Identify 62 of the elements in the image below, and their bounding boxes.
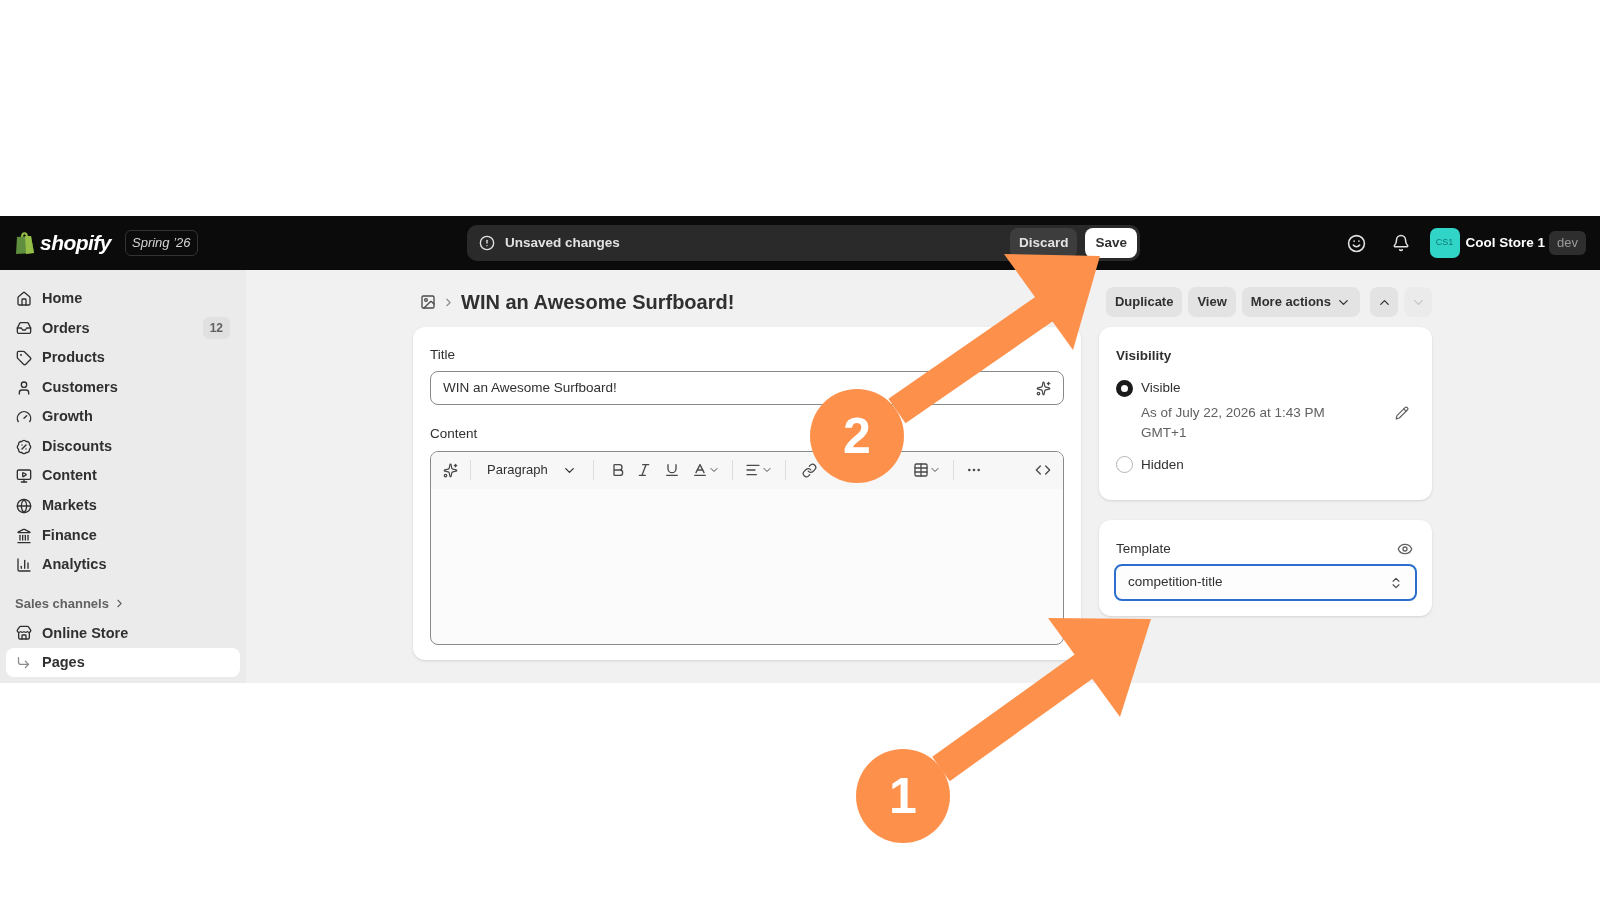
notifications-icon[interactable] [1391, 234, 1410, 252]
radio-label: Hidden [1141, 455, 1184, 474]
section-heading[interactable]: Sales channels [15, 594, 109, 614]
environment-badge: dev [1549, 231, 1586, 255]
align-icon[interactable] [744, 462, 773, 478]
sidebar-item[interactable]: Customers [6, 372, 240, 403]
tag-icon [16, 350, 32, 366]
format-dropdown[interactable]: Paragraph [483, 460, 581, 480]
storefront-icon [16, 625, 32, 642]
sidebar-item[interactable]: Online Store [6, 618, 240, 648]
sidebar-item[interactable]: Growth [6, 402, 240, 432]
store-name[interactable]: Cool Store 1 [1465, 232, 1546, 254]
more-actions-button[interactable]: More actions [1241, 287, 1360, 317]
page-icon [420, 294, 436, 310]
field-label: Title [430, 346, 456, 364]
count-badge: 12 [202, 317, 230, 340]
assistant-icon[interactable] [1346, 233, 1366, 253]
card-heading: Visibility [1116, 347, 1173, 365]
sidebar-item[interactable]: Markets [6, 491, 240, 521]
radio-label: Visible [1141, 379, 1181, 398]
sidebar-item[interactable]: Orders 12 [6, 313, 240, 344]
sparkle-icon [1036, 380, 1051, 396]
bar-chart-icon [16, 557, 32, 574]
field-label: Content [430, 425, 478, 444]
save-button[interactable]: Save [1085, 228, 1137, 258]
publish-date-note: As of July 22, 2026 at 1:43 PM GMT+1 [1141, 403, 1326, 442]
sparkle-icon[interactable] [443, 462, 458, 478]
monitor-icon [16, 468, 32, 485]
table-icon[interactable] [912, 462, 941, 478]
action-button[interactable]: View [1188, 287, 1236, 317]
branch-icon [16, 654, 31, 670]
sidebar-item[interactable]: Products [6, 343, 240, 373]
discard-button[interactable]: Discard [1009, 228, 1078, 258]
bank-icon [16, 527, 32, 544]
badge-percent-icon [16, 438, 32, 455]
home-icon [16, 290, 32, 307]
underline-icon[interactable] [663, 462, 680, 478]
sidebar-item[interactable]: Analytics [6, 550, 240, 580]
radio-button[interactable] [1116, 379, 1133, 397]
inbox-icon [16, 320, 32, 337]
edition-badge: Spring ’26 [125, 230, 198, 256]
unsaved-changes-message: Unsaved changes [505, 233, 621, 252]
person-icon [16, 379, 32, 396]
text-color-icon[interactable] [691, 462, 720, 478]
page-title: WIN an Awesome Surfboard! [461, 290, 736, 315]
code-icon[interactable] [1035, 462, 1051, 478]
store-avatar: CS1 [1429, 228, 1460, 258]
globe-icon [16, 497, 32, 514]
shopping-bag-logo-icon [14, 231, 36, 255]
sidebar-item[interactable]: Finance [6, 520, 240, 551]
sidebar-subitem[interactable]: Pages [6, 647, 240, 677]
sidebar-item[interactable]: Discounts [6, 431, 240, 462]
step-number-badge: 1 [856, 749, 950, 843]
logo-wordmark: shopify [40, 230, 111, 257]
template-select[interactable]: competition-title [1114, 564, 1417, 601]
pencil-icon[interactable] [1395, 405, 1409, 420]
sidebar-item[interactable]: Content [6, 461, 240, 492]
field-label: Template [1116, 539, 1172, 558]
link-icon[interactable] [801, 462, 817, 478]
alert-icon [479, 235, 495, 251]
action-button[interactable]: Duplicate [1105, 287, 1183, 317]
sidebar-item[interactable]: Home [6, 284, 240, 314]
